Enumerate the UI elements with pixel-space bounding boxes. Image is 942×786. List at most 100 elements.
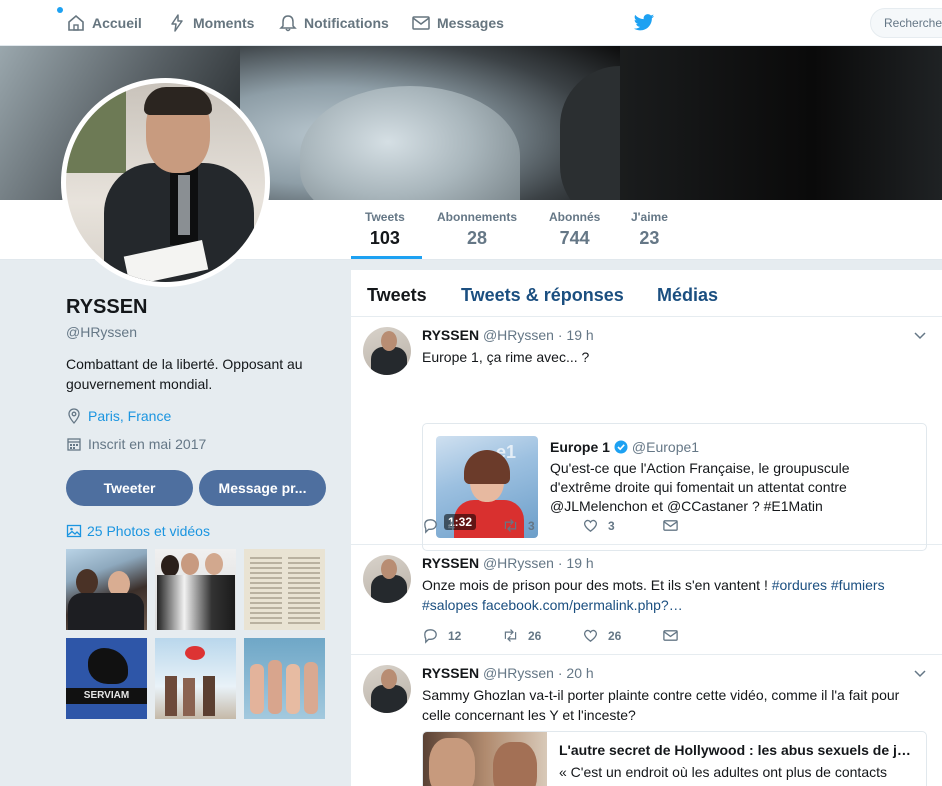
stat-likes-value: 23 [639, 228, 660, 248]
tweet-author-avatar[interactable] [363, 665, 411, 713]
tweet-item[interactable]: RYSSEN @HRyssen · 20 h Sammy Ghozlan va-… [351, 655, 942, 786]
nav-home-label: Accueil [92, 15, 142, 31]
tweet-text: Sammy Ghozlan va-t-il porter plainte con… [422, 687, 900, 723]
nav-notifications[interactable]: Notifications [278, 12, 389, 34]
tweet-author-name[interactable]: RYSSEN [422, 327, 479, 343]
envelope-icon [663, 520, 678, 531]
tweet-timestamp[interactable]: · 20 h [558, 665, 594, 681]
quoted-author-name: Europe 1 [550, 439, 610, 455]
tweet-author-name[interactable]: RYSSEN [422, 665, 479, 681]
tweet-timeline: Tweets Tweets & réponses Médias RYSSEN @… [351, 270, 942, 786]
tweet-header: RYSSEN @HRyssen · 19 h [422, 555, 594, 571]
stat-following[interactable]: Abonnements 28 [437, 210, 517, 249]
tweet-header: RYSSEN @HRyssen · 19 h [422, 327, 594, 343]
reply-count: 4 [448, 518, 455, 533]
reply-button[interactable]: 12 [422, 627, 502, 644]
tweet-actions: 12 26 26 [422, 627, 742, 644]
retweet-button[interactable]: 3 [502, 517, 582, 534]
nav-notifications-label: Notifications [304, 15, 389, 31]
tab-media[interactable]: Médias [657, 285, 718, 306]
photos-videos-link[interactable]: 25 Photos et vidéos [66, 523, 210, 539]
stat-followers-value: 744 [559, 228, 590, 248]
photos-videos-label: 25 Photos et vidéos [87, 523, 210, 539]
profile-location: Paris, France [66, 408, 171, 424]
tweet-author-name[interactable]: RYSSEN [422, 555, 479, 571]
link-preview-card[interactable]: L'autre secret de Hollywood : les abus s… [422, 731, 927, 786]
retweet-count: 3 [528, 518, 535, 533]
profile-handle[interactable]: @HRyssen [66, 324, 137, 340]
like-count: 26 [608, 628, 622, 643]
nav-moments[interactable]: Moments [167, 12, 254, 34]
tweet-author-handle[interactable]: @HRyssen [483, 555, 554, 571]
nav-messages[interactable]: Messages [411, 12, 504, 34]
verified-badge-icon [614, 440, 628, 454]
like-count: 3 [608, 518, 615, 533]
tweet-author-avatar[interactable] [363, 327, 411, 375]
stat-followers-label: Abonnés [549, 210, 601, 224]
profile-join-date-label: Inscrit en mai 2017 [88, 436, 207, 452]
bell-icon [279, 15, 297, 32]
stat-following-label: Abonnements [437, 210, 518, 224]
direct-message-button[interactable]: Message pr... [199, 470, 326, 506]
image-icon [66, 524, 82, 538]
nav-moments-label: Moments [193, 15, 255, 31]
chevron-down-icon[interactable] [912, 665, 928, 681]
retweet-icon [504, 629, 517, 642]
chevron-down-icon[interactable] [912, 327, 928, 343]
tweet-author-avatar[interactable] [363, 555, 411, 603]
direct-message-share-button[interactable] [662, 517, 742, 534]
quoted-tweet-text: Qu'est-ce que l'Action Française, le gro… [550, 460, 850, 514]
like-button[interactable]: 26 [582, 627, 662, 644]
tweet-timestamp[interactable]: · 19 h [558, 327, 594, 343]
envelope-icon [412, 16, 430, 30]
twitter-bird-icon[interactable] [633, 13, 655, 33]
external-link[interactable]: facebook.com/permalink.php?… [482, 597, 683, 613]
hashtag-link[interactable]: #fumiers [831, 577, 885, 593]
stat-followers[interactable]: Abonnés 744 [549, 210, 600, 249]
retweet-icon [504, 519, 517, 532]
like-button[interactable]: 3 [582, 517, 662, 534]
nav-home[interactable]: Accueil [66, 12, 142, 34]
reply-count: 12 [448, 628, 462, 643]
stat-tweets[interactable]: Tweets 103 [365, 210, 405, 249]
media-thumbnail[interactable]: SERVIAM [66, 638, 147, 719]
stat-likes[interactable]: J'aime 23 [631, 210, 668, 249]
link-preview-image [423, 732, 547, 786]
direct-message-share-button[interactable] [662, 627, 742, 644]
quoted-author-handle: @Europe1 [631, 439, 700, 455]
tab-tweets[interactable]: Tweets [367, 285, 427, 306]
tweet-item[interactable]: RYSSEN @HRyssen · 19 h Europe 1, ça rime… [351, 317, 942, 551]
tweet-item[interactable]: RYSSEN @HRyssen · 19 h Onze mois de pris… [351, 545, 942, 655]
tweet-author-handle[interactable]: @HRyssen [483, 327, 554, 343]
tweet-author-handle[interactable]: @HRyssen [483, 665, 554, 681]
tweet-header: RYSSEN @HRyssen · 20 h [422, 665, 594, 681]
profile-avatar[interactable] [61, 78, 270, 287]
search-input[interactable]: Recherche [870, 8, 942, 38]
media-thumbnail[interactable] [155, 638, 236, 719]
link-preview-title: L'autre secret de Hollywood : les abus s… [559, 742, 911, 758]
quoted-tweet-header: Europe 1 @Europe1 [550, 439, 699, 455]
retweet-button[interactable]: 26 [502, 627, 582, 644]
envelope-icon [663, 630, 678, 641]
media-thumbnail[interactable] [244, 549, 325, 630]
tweet-text: Onze mois de prison pour des mots. Et il… [422, 575, 927, 615]
lightning-icon [171, 14, 183, 32]
stat-tweets-label: Tweets [365, 210, 405, 224]
media-thumbnail[interactable] [66, 549, 147, 630]
home-icon [68, 14, 84, 31]
location-pin-icon [68, 408, 80, 424]
hashtag-link[interactable]: #salopes [422, 597, 478, 613]
profile-location-link[interactable]: Paris, France [88, 408, 171, 424]
calendar-icon [67, 438, 81, 451]
reply-icon [424, 629, 437, 644]
tweet-text: Europe 1, ça rime avec... ? [422, 349, 590, 365]
tab-tweets-replies[interactable]: Tweets & réponses [461, 285, 624, 306]
hashtag-link[interactable]: #ordures [772, 577, 827, 593]
tweet-timestamp[interactable]: · 19 h [558, 555, 594, 571]
media-thumbnail[interactable] [244, 638, 325, 719]
heart-icon [583, 519, 598, 532]
profile-name[interactable]: RYSSEN [66, 296, 148, 319]
media-thumbnail[interactable] [155, 549, 236, 630]
reply-button[interactable]: 4 [422, 517, 502, 534]
tweet-to-button[interactable]: Tweeter [66, 470, 193, 506]
